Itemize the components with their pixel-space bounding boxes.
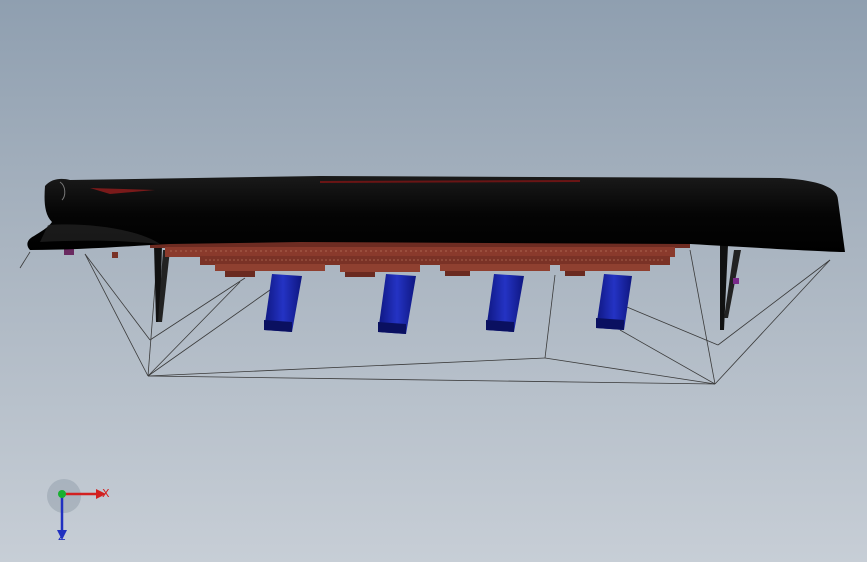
funnel-4 (596, 274, 632, 330)
funnel-1 (264, 274, 302, 332)
funnel-3 (486, 274, 524, 332)
funnels (264, 274, 632, 334)
graphics-viewport[interactable]: X Z (0, 0, 867, 562)
rigging-lines (19, 247, 831, 385)
funnel-2 (378, 274, 416, 334)
ship-hull (27, 176, 846, 252)
axis-z-label: Z (58, 530, 66, 543)
axis-x-label: X (102, 487, 110, 500)
ship-model[interactable] (0, 0, 867, 562)
